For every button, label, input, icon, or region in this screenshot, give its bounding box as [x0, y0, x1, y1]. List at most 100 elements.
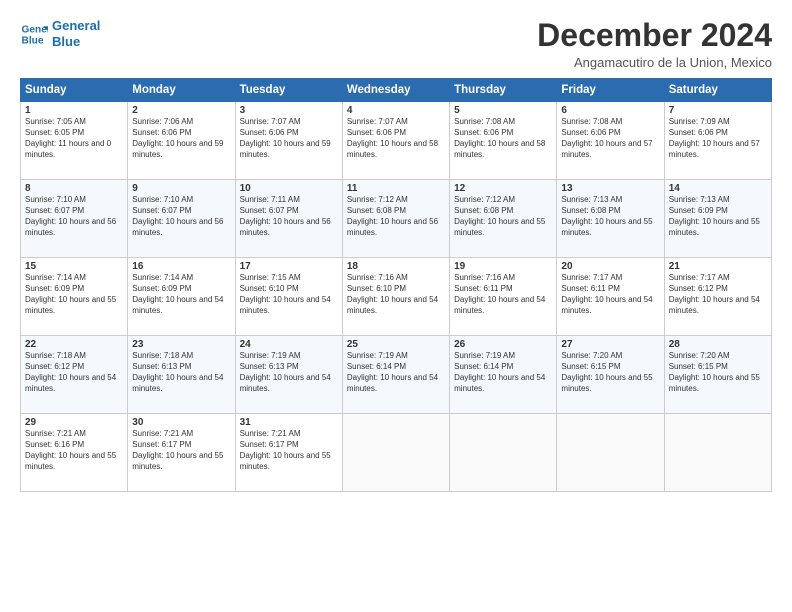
- table-row: [664, 414, 771, 492]
- day-number: 29: [25, 417, 123, 428]
- cell-info: Sunrise: 7:19 AMSunset: 6:13 PMDaylight:…: [240, 351, 338, 394]
- cell-info: Sunrise: 7:13 AMSunset: 6:09 PMDaylight:…: [669, 195, 767, 238]
- table-row: 17Sunrise: 7:15 AMSunset: 6:10 PMDayligh…: [235, 258, 342, 336]
- table-row: 3Sunrise: 7:07 AMSunset: 6:06 PMDaylight…: [235, 102, 342, 180]
- cell-info: Sunrise: 7:19 AMSunset: 6:14 PMDaylight:…: [347, 351, 445, 394]
- cell-info: Sunrise: 7:11 AMSunset: 6:07 PMDaylight:…: [240, 195, 338, 238]
- col-thursday: Thursday: [450, 79, 557, 102]
- day-number: 10: [240, 183, 338, 194]
- cell-info: Sunrise: 7:18 AMSunset: 6:12 PMDaylight:…: [25, 351, 123, 394]
- col-saturday: Saturday: [664, 79, 771, 102]
- cell-info: Sunrise: 7:16 AMSunset: 6:10 PMDaylight:…: [347, 273, 445, 316]
- calendar-table: Sunday Monday Tuesday Wednesday Thursday…: [20, 78, 772, 492]
- cell-info: Sunrise: 7:15 AMSunset: 6:10 PMDaylight:…: [240, 273, 338, 316]
- table-row: 30Sunrise: 7:21 AMSunset: 6:17 PMDayligh…: [128, 414, 235, 492]
- day-number: 7: [669, 105, 767, 116]
- calendar-row: 8Sunrise: 7:10 AMSunset: 6:07 PMDaylight…: [21, 180, 772, 258]
- cell-info: Sunrise: 7:17 AMSunset: 6:11 PMDaylight:…: [561, 273, 659, 316]
- table-row: 8Sunrise: 7:10 AMSunset: 6:07 PMDaylight…: [21, 180, 128, 258]
- cell-info: Sunrise: 7:10 AMSunset: 6:07 PMDaylight:…: [132, 195, 230, 238]
- table-row: 9Sunrise: 7:10 AMSunset: 6:07 PMDaylight…: [128, 180, 235, 258]
- day-number: 26: [454, 339, 552, 350]
- table-row: 21Sunrise: 7:17 AMSunset: 6:12 PMDayligh…: [664, 258, 771, 336]
- day-number: 5: [454, 105, 552, 116]
- table-row: 12Sunrise: 7:12 AMSunset: 6:08 PMDayligh…: [450, 180, 557, 258]
- table-row: 11Sunrise: 7:12 AMSunset: 6:08 PMDayligh…: [342, 180, 449, 258]
- cell-info: Sunrise: 7:20 AMSunset: 6:15 PMDaylight:…: [669, 351, 767, 394]
- table-row: 15Sunrise: 7:14 AMSunset: 6:09 PMDayligh…: [21, 258, 128, 336]
- table-row: 5Sunrise: 7:08 AMSunset: 6:06 PMDaylight…: [450, 102, 557, 180]
- calendar-row: 1Sunrise: 7:05 AMSunset: 6:05 PMDaylight…: [21, 102, 772, 180]
- table-row: 6Sunrise: 7:08 AMSunset: 6:06 PMDaylight…: [557, 102, 664, 180]
- table-row: 31Sunrise: 7:21 AMSunset: 6:17 PMDayligh…: [235, 414, 342, 492]
- cell-info: Sunrise: 7:19 AMSunset: 6:14 PMDaylight:…: [454, 351, 552, 394]
- day-number: 23: [132, 339, 230, 350]
- table-row: 7Sunrise: 7:09 AMSunset: 6:06 PMDaylight…: [664, 102, 771, 180]
- col-wednesday: Wednesday: [342, 79, 449, 102]
- table-row: 1Sunrise: 7:05 AMSunset: 6:05 PMDaylight…: [21, 102, 128, 180]
- day-number: 19: [454, 261, 552, 272]
- table-row: 27Sunrise: 7:20 AMSunset: 6:15 PMDayligh…: [557, 336, 664, 414]
- day-number: 21: [669, 261, 767, 272]
- table-row: 14Sunrise: 7:13 AMSunset: 6:09 PMDayligh…: [664, 180, 771, 258]
- cell-info: Sunrise: 7:21 AMSunset: 6:16 PMDaylight:…: [25, 429, 123, 472]
- calendar-row: 22Sunrise: 7:18 AMSunset: 6:12 PMDayligh…: [21, 336, 772, 414]
- cell-info: Sunrise: 7:08 AMSunset: 6:06 PMDaylight:…: [561, 117, 659, 160]
- day-number: 9: [132, 183, 230, 194]
- cell-info: Sunrise: 7:12 AMSunset: 6:08 PMDaylight:…: [454, 195, 552, 238]
- table-row: 2Sunrise: 7:06 AMSunset: 6:06 PMDaylight…: [128, 102, 235, 180]
- cell-info: Sunrise: 7:08 AMSunset: 6:06 PMDaylight:…: [454, 117, 552, 160]
- day-number: 28: [669, 339, 767, 350]
- cell-info: Sunrise: 7:07 AMSunset: 6:06 PMDaylight:…: [347, 117, 445, 160]
- col-friday: Friday: [557, 79, 664, 102]
- cell-info: Sunrise: 7:14 AMSunset: 6:09 PMDaylight:…: [132, 273, 230, 316]
- table-row: 13Sunrise: 7:13 AMSunset: 6:08 PMDayligh…: [557, 180, 664, 258]
- table-row: 24Sunrise: 7:19 AMSunset: 6:13 PMDayligh…: [235, 336, 342, 414]
- day-number: 24: [240, 339, 338, 350]
- svg-text:General: General: [22, 24, 48, 35]
- cell-info: Sunrise: 7:17 AMSunset: 6:12 PMDaylight:…: [669, 273, 767, 316]
- table-row: 16Sunrise: 7:14 AMSunset: 6:09 PMDayligh…: [128, 258, 235, 336]
- table-row: [557, 414, 664, 492]
- day-number: 25: [347, 339, 445, 350]
- cell-info: Sunrise: 7:10 AMSunset: 6:07 PMDaylight:…: [25, 195, 123, 238]
- cell-info: Sunrise: 7:06 AMSunset: 6:06 PMDaylight:…: [132, 117, 230, 160]
- table-row: 10Sunrise: 7:11 AMSunset: 6:07 PMDayligh…: [235, 180, 342, 258]
- cell-info: Sunrise: 7:07 AMSunset: 6:06 PMDaylight:…: [240, 117, 338, 160]
- day-number: 22: [25, 339, 123, 350]
- day-number: 13: [561, 183, 659, 194]
- logo-icon: General Blue: [20, 20, 48, 48]
- day-number: 2: [132, 105, 230, 116]
- location: Angamacutiro de la Union, Mexico: [537, 55, 772, 70]
- day-number: 17: [240, 261, 338, 272]
- cell-info: Sunrise: 7:14 AMSunset: 6:09 PMDaylight:…: [25, 273, 123, 316]
- logo-blue: Blue: [52, 34, 80, 49]
- col-sunday: Sunday: [21, 79, 128, 102]
- day-number: 30: [132, 417, 230, 428]
- cell-info: Sunrise: 7:18 AMSunset: 6:13 PMDaylight:…: [132, 351, 230, 394]
- title-block: December 2024 Angamacutiro de la Union, …: [537, 18, 772, 70]
- cell-info: Sunrise: 7:21 AMSunset: 6:17 PMDaylight:…: [132, 429, 230, 472]
- day-number: 27: [561, 339, 659, 350]
- cell-info: Sunrise: 7:20 AMSunset: 6:15 PMDaylight:…: [561, 351, 659, 394]
- table-row: 4Sunrise: 7:07 AMSunset: 6:06 PMDaylight…: [342, 102, 449, 180]
- cell-info: Sunrise: 7:09 AMSunset: 6:06 PMDaylight:…: [669, 117, 767, 160]
- day-number: 12: [454, 183, 552, 194]
- table-row: 19Sunrise: 7:16 AMSunset: 6:11 PMDayligh…: [450, 258, 557, 336]
- table-row: 23Sunrise: 7:18 AMSunset: 6:13 PMDayligh…: [128, 336, 235, 414]
- table-row: 20Sunrise: 7:17 AMSunset: 6:11 PMDayligh…: [557, 258, 664, 336]
- calendar-row: 15Sunrise: 7:14 AMSunset: 6:09 PMDayligh…: [21, 258, 772, 336]
- cell-info: Sunrise: 7:13 AMSunset: 6:08 PMDaylight:…: [561, 195, 659, 238]
- cell-info: Sunrise: 7:21 AMSunset: 6:17 PMDaylight:…: [240, 429, 338, 472]
- table-row: 25Sunrise: 7:19 AMSunset: 6:14 PMDayligh…: [342, 336, 449, 414]
- day-number: 16: [132, 261, 230, 272]
- day-number: 3: [240, 105, 338, 116]
- day-number: 6: [561, 105, 659, 116]
- logo: General Blue General Blue: [20, 18, 100, 49]
- day-number: 20: [561, 261, 659, 272]
- col-tuesday: Tuesday: [235, 79, 342, 102]
- day-number: 14: [669, 183, 767, 194]
- day-number: 11: [347, 183, 445, 194]
- day-number: 4: [347, 105, 445, 116]
- cell-info: Sunrise: 7:16 AMSunset: 6:11 PMDaylight:…: [454, 273, 552, 316]
